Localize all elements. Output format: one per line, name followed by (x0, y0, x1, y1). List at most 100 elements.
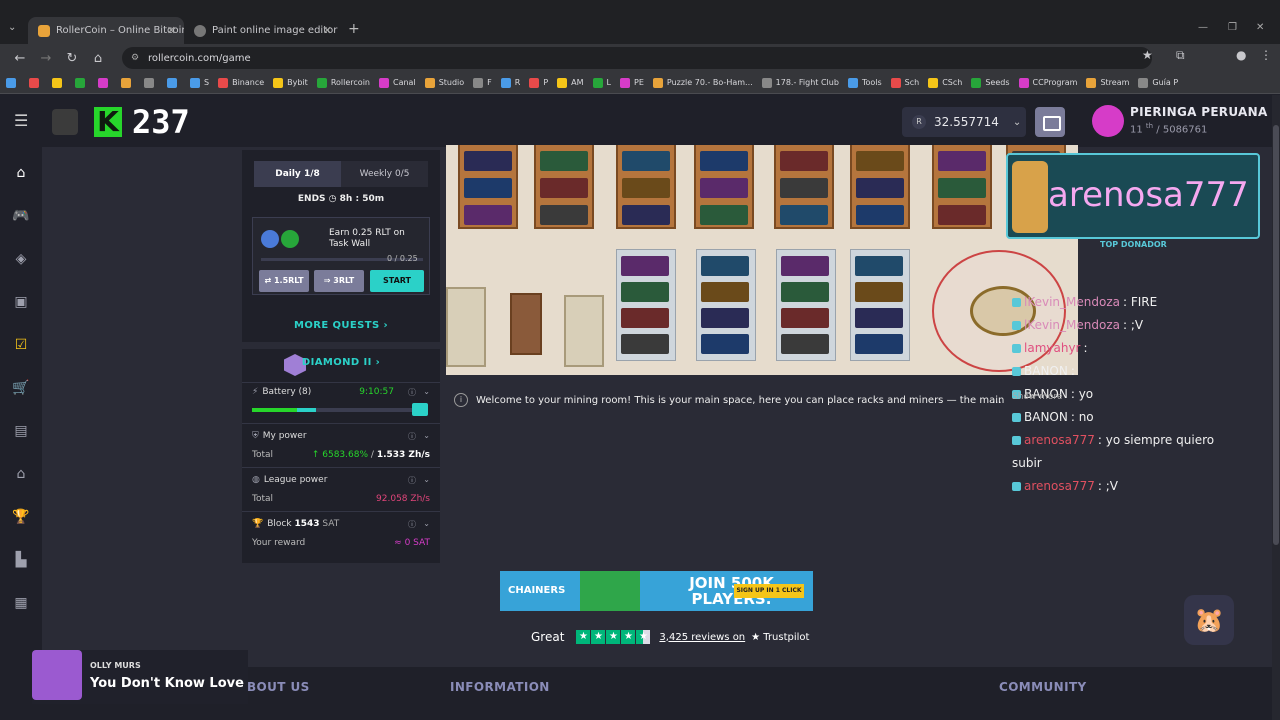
inventory-nav-icon[interactable]: ▣ (12, 294, 30, 310)
new-tab-button[interactable]: + (348, 21, 360, 37)
reviews-link[interactable]: 3,425 reviews on (659, 632, 745, 643)
bookmark-item[interactable]: PE (620, 77, 644, 88)
tab-daily[interactable]: Daily 1/8 (254, 161, 341, 187)
storage-nav-icon[interactable]: ▤ (12, 423, 30, 439)
profile-icon[interactable]: ● (1236, 48, 1246, 62)
close-window-icon[interactable]: ✕ (1256, 22, 1264, 33)
miner-shelf[interactable] (850, 249, 910, 361)
ad-banner[interactable]: CHAINERS JOIN 500K PLAYERS. SIGN UP IN 1… (500, 571, 813, 611)
forward-icon[interactable]: → (40, 51, 52, 66)
skip-3rlt-button[interactable]: ⇒ 3RLT (314, 270, 364, 292)
balance-dropdown[interactable]: R 32.557714 ⌄ (902, 107, 1026, 137)
news-nav-icon[interactable]: ▦ (12, 595, 30, 611)
bookmark-item[interactable]: F (473, 77, 492, 88)
url-input[interactable]: rollercoin.com/game (122, 47, 1152, 69)
footer-about[interactable]: BOUT US (247, 680, 310, 694)
bookmark-item[interactable]: Canal (379, 77, 416, 88)
trustpilot-widget[interactable]: Great ★ ★ ★ ★ ★ 3,425 reviews on ★ Trustpilo… (531, 630, 809, 644)
bookmark-item[interactable]: P (529, 77, 548, 88)
player-name[interactable]: PIERINGA PERUANA (1130, 105, 1268, 119)
close-tab-icon[interactable]: ✕ (167, 24, 176, 37)
bookmark-icon[interactable] (121, 77, 135, 88)
minimize-icon[interactable]: — (1198, 22, 1208, 33)
more-quests-link[interactable]: MORE QUESTS › (242, 320, 440, 331)
avatar[interactable] (52, 109, 78, 135)
bookmark-icon[interactable] (75, 77, 89, 88)
bookmark-item[interactable]: Rollercoin (316, 77, 370, 88)
tab-rollercoin[interactable]: RollerCoin – Online Bitcoin Mi ✕ (28, 17, 184, 44)
miner-rack[interactable] (616, 145, 676, 229)
miner-rack[interactable] (932, 145, 992, 229)
shop-nav-icon[interactable]: ⌂ (12, 466, 30, 482)
chevron-down-icon[interactable]: ⌄ (423, 387, 430, 396)
chevron-down-icon[interactable]: ⌄ (423, 431, 430, 440)
tasks-nav-icon[interactable]: ☑ (12, 337, 30, 353)
miner-shelf[interactable] (696, 249, 756, 361)
menu-icon[interactable]: ⋮ (1260, 48, 1272, 62)
bookmark-icon[interactable] (144, 77, 158, 88)
bookmark-icon[interactable] (29, 77, 43, 88)
footer-information[interactable]: INFORMATION (450, 680, 550, 694)
bookmark-item[interactable]: Bybit (273, 77, 308, 88)
tab-search-icon[interactable]: ⌄ (8, 22, 16, 33)
bookmark-item[interactable]: 178.- Fight Club (761, 77, 839, 88)
back-icon[interactable]: ← (14, 51, 26, 66)
info-icon[interactable]: ⓘ (408, 519, 416, 530)
trophy-nav-icon[interactable]: 🏆 (12, 509, 30, 525)
info-icon[interactable]: ⓘ (408, 475, 416, 486)
close-tab-icon[interactable]: ✕ (323, 24, 332, 37)
skip-1-5rlt-button[interactable]: ⇄ 1.5RLT (259, 270, 309, 292)
battery-refill-button[interactable] (412, 403, 428, 416)
bookmark-item[interactable]: Seeds (971, 77, 1010, 88)
show-more-link[interactable]: Show more (1012, 392, 1062, 402)
footer-community[interactable]: COMMUNITY (999, 680, 1087, 694)
bookmark-icon[interactable] (6, 77, 20, 88)
bookmark-item[interactable]: Stream (1086, 77, 1129, 88)
miner-rack[interactable] (534, 145, 594, 229)
furniture[interactable] (446, 287, 486, 367)
home-nav-icon[interactable]: ⌂ (12, 165, 30, 181)
bookmark-icon[interactable] (98, 77, 112, 88)
reload-icon[interactable]: ↻ (66, 51, 78, 66)
ranking-nav-icon[interactable]: ▙ (12, 552, 30, 568)
bookmark-item[interactable]: S (190, 77, 209, 88)
ad-cta[interactable]: SIGN UP IN 1 CLICK (734, 584, 804, 598)
games-nav-icon[interactable]: 🎮 (12, 208, 30, 224)
chevron-down-icon[interactable]: ⌄ (423, 475, 430, 484)
marketplace-nav-icon[interactable]: 🛒 (12, 380, 30, 396)
bookmark-item[interactable]: Tools (847, 77, 882, 88)
bookmark-item[interactable]: Puzzle 70.- Bo-Ham... (652, 77, 753, 88)
miner-rack[interactable] (774, 145, 834, 229)
furniture[interactable] (510, 293, 542, 355)
bookmark-icon[interactable] (52, 77, 66, 88)
info-icon[interactable]: ⓘ (408, 387, 416, 398)
rewards-nav-icon[interactable]: ◈ (12, 251, 30, 267)
bookmark-icon[interactable] (167, 77, 181, 88)
player-avatar[interactable] (1092, 105, 1124, 137)
expand-dots[interactable]: ... (992, 395, 1002, 406)
home-icon[interactable]: ⌂ (92, 51, 104, 66)
bookmark-item[interactable]: Studio (424, 77, 464, 88)
hamster-support-button[interactable]: 🐹 (1184, 595, 1234, 645)
miner-rack[interactable] (458, 145, 518, 229)
tab-weekly[interactable]: Weekly 0/5 (341, 161, 428, 187)
bookmark-item[interactable]: CSch (928, 77, 962, 88)
tab-paint[interactable]: Paint online image editor ✕ (184, 17, 340, 44)
bookmark-star-icon[interactable]: ★ (1142, 48, 1153, 62)
bookmark-item[interactable]: Binance (218, 77, 264, 88)
bookmark-item[interactable]: Sch (890, 77, 919, 88)
info-icon[interactable]: ⓘ (408, 431, 416, 442)
furniture[interactable] (564, 295, 604, 367)
wallet-button[interactable] (1035, 107, 1065, 137)
restore-icon[interactable]: ❐ (1228, 22, 1237, 33)
bookmark-item[interactable]: R (500, 77, 520, 88)
hamburger-menu-icon[interactable]: ☰ (14, 111, 28, 130)
miner-rack[interactable] (694, 145, 754, 229)
league-link[interactable]: DIAMOND II › (242, 357, 440, 368)
bookmark-item[interactable]: Guía P (1138, 77, 1178, 88)
miner-shelf[interactable] (776, 249, 836, 361)
bookmark-item[interactable]: CCProgram (1018, 77, 1077, 88)
miner-shelf[interactable] (616, 249, 676, 361)
miner-rack[interactable] (850, 145, 910, 229)
bookmark-item[interactable]: AM (557, 77, 584, 88)
